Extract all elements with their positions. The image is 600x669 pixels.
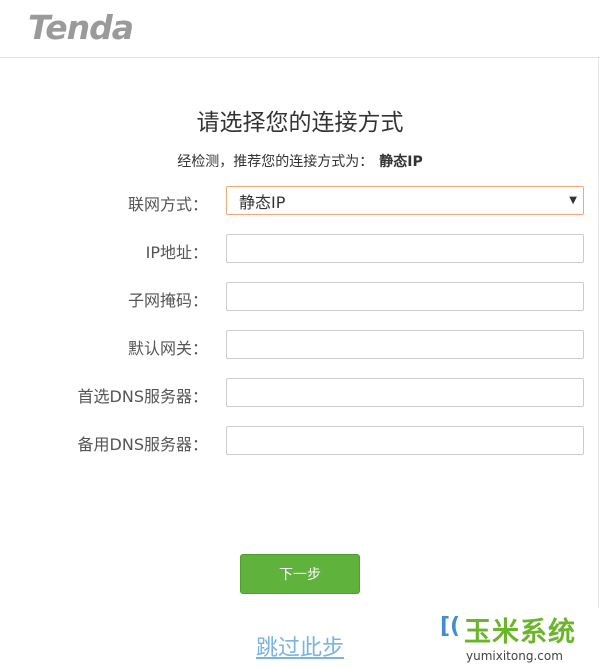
hint-prefix: 经检测，推荐您的连接方式为：	[177, 154, 374, 170]
primary-dns-row: 首选DNS服务器：	[0, 378, 600, 408]
header: Tenda	[0, 0, 600, 58]
connection-type-value: 静态IP	[239, 192, 286, 212]
watermark-text: 玉米系统	[464, 617, 576, 648]
ip-address-input[interactable]	[226, 234, 584, 263]
hint-recommended-type: 静态IP	[379, 154, 423, 170]
subnet-mask-input[interactable]	[226, 282, 584, 311]
default-gateway-label: 默认网关：	[127, 339, 208, 358]
caret-down-icon: ▼	[569, 195, 577, 206]
secondary-dns-row: 备用DNS服务器：	[0, 426, 600, 456]
next-step-button[interactable]: 下一步	[240, 554, 360, 594]
watermark: [( 玉米系统 yumixitong.com	[438, 608, 600, 669]
connection-type-select[interactable]: 静态IP ▼	[226, 186, 584, 215]
detection-hint: 经检测，推荐您的连接方式为： 静态IP	[0, 151, 600, 171]
primary-dns-label: 首选DNS服务器：	[77, 387, 208, 406]
ip-address-row: IP地址：	[0, 234, 600, 264]
subnet-mask-row: 子网掩码：	[0, 282, 600, 312]
secondary-dns-label: 备用DNS服务器：	[77, 435, 208, 454]
secondary-dns-input[interactable]	[226, 426, 584, 455]
connection-type-label: 联网方式：	[127, 195, 208, 214]
watermark-url: yumixitong.com	[466, 649, 563, 663]
tenda-logo: Tenda	[28, 8, 134, 47]
subnet-mask-label: 子网掩码：	[127, 291, 208, 310]
connection-type-row: 联网方式： 静态IP ▼	[0, 186, 600, 216]
watermark-logo-icon: [(	[440, 614, 461, 639]
page-title: 请选择您的连接方式	[196, 110, 404, 136]
primary-dns-input[interactable]	[226, 378, 584, 407]
default-gateway-input[interactable]	[226, 330, 584, 359]
ip-address-label: IP地址：	[145, 243, 208, 262]
default-gateway-row: 默认网关：	[0, 330, 600, 360]
